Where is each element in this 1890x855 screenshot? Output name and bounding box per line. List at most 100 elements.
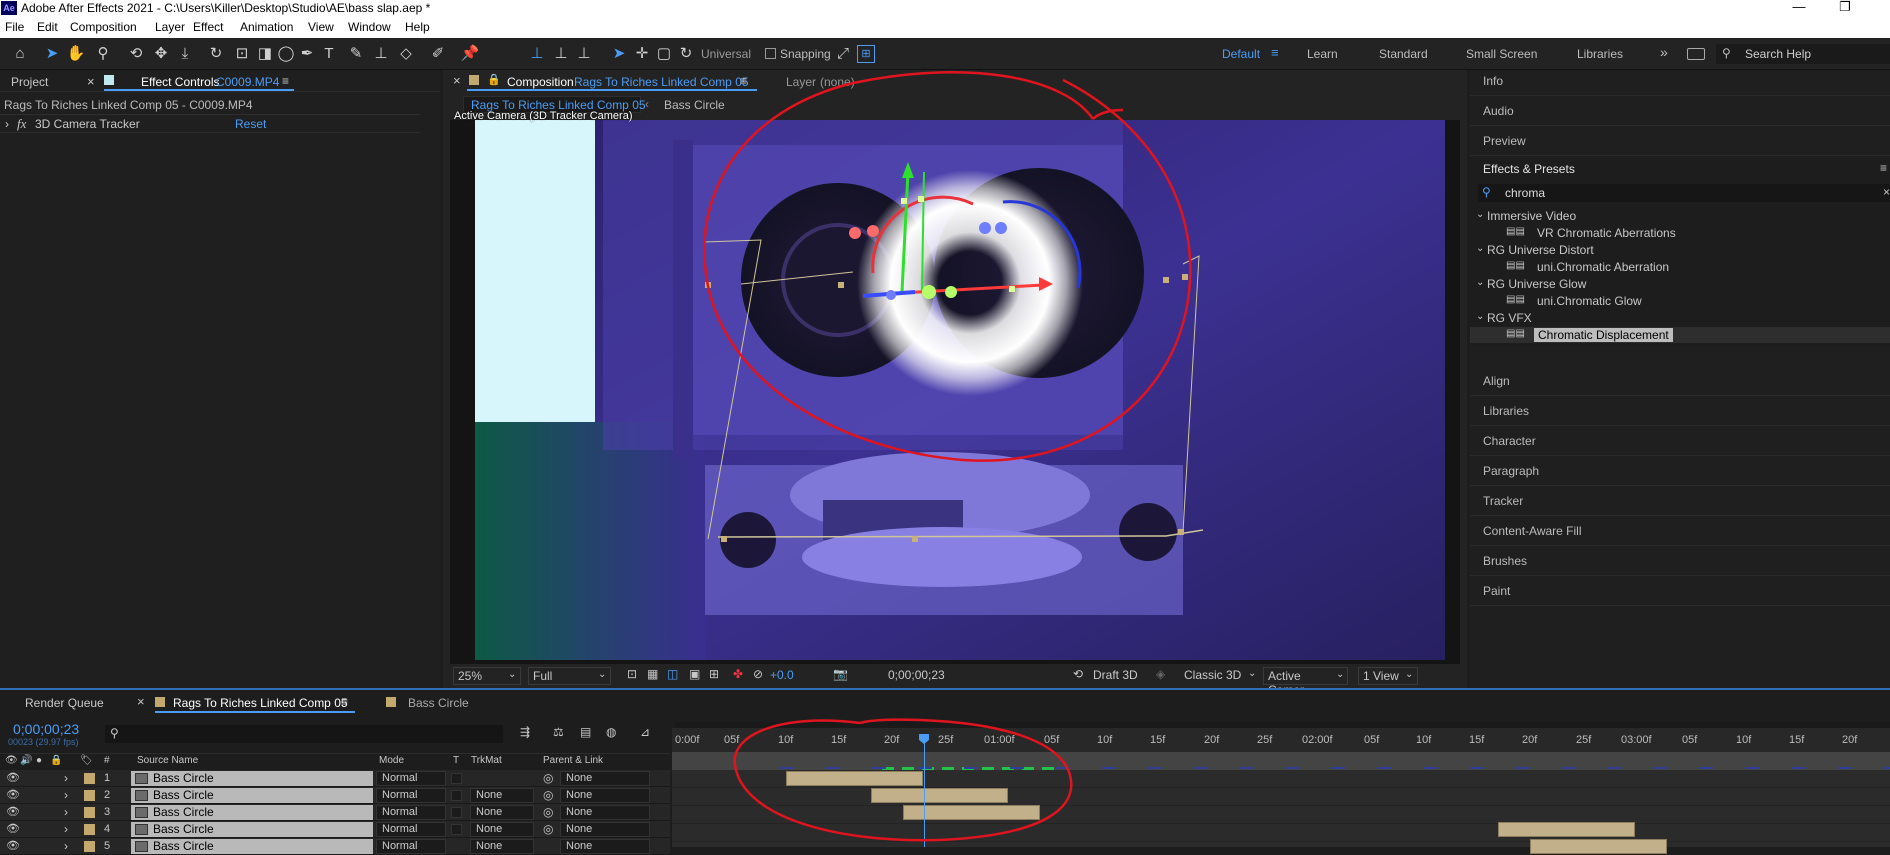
mode-dropdown[interactable]: Normal xyxy=(376,771,446,786)
region-of-interest-icon[interactable]: ⊡ xyxy=(627,667,637,681)
mask-tool-icon[interactable]: ◨ xyxy=(254,43,276,65)
menu-view[interactable]: View xyxy=(308,20,334,34)
pen-tool-icon[interactable]: ✒ xyxy=(296,43,318,65)
menu-file[interactable]: File xyxy=(5,20,24,34)
panel-brushes[interactable]: Brushes xyxy=(1470,546,1890,576)
layer-duration-bar[interactable] xyxy=(1498,822,1635,837)
panel-paint[interactable]: Paint xyxy=(1470,576,1890,606)
visibility-eye-icon[interactable]: 👁 xyxy=(6,788,20,801)
roto-brush-icon[interactable]: ✐ xyxy=(427,43,449,65)
home-icon[interactable]: ⌂ xyxy=(9,43,31,65)
panel-libraries[interactable]: Libraries xyxy=(1470,396,1890,426)
menu-layer[interactable]: Layer xyxy=(155,20,185,34)
brush-tool-icon[interactable]: ✎ xyxy=(345,43,367,65)
universal-scale-icon[interactable]: ▢ xyxy=(653,43,675,65)
fx-icon[interactable]: fx xyxy=(17,116,26,132)
trkmat-dropdown[interactable]: None xyxy=(470,788,534,803)
menu-window[interactable]: Window xyxy=(348,20,391,34)
parent-dropdown[interactable]: None xyxy=(560,822,650,837)
panel-character[interactable]: Character xyxy=(1470,426,1890,456)
pan-camera-icon[interactable]: ✥ xyxy=(150,43,172,65)
channels-icon[interactable]: ✤ xyxy=(733,667,743,681)
camera-dropdown[interactable]: Active Camer... ⌄ xyxy=(1263,667,1348,697)
effects-group-rg-distort[interactable]: RG Universe Distort xyxy=(1487,243,1594,257)
workspace-learn[interactable]: Learn xyxy=(1307,47,1338,61)
panel-content-aware-fill[interactable]: Content-Aware Fill xyxy=(1470,516,1890,546)
pick-whip-icon[interactable]: ◎ xyxy=(543,788,553,802)
effect-item-vr-chromatic[interactable]: VR Chromatic Aberrations xyxy=(1537,226,1676,240)
visibility-eye-icon[interactable]: 👁 xyxy=(6,822,20,835)
layer-row[interactable]: 👁 › 1 Bass Circle Normal ◎ None xyxy=(0,770,670,787)
keyboard-icon[interactable] xyxy=(1687,48,1705,60)
panel-paragraph[interactable]: Paragraph xyxy=(1470,456,1890,486)
tab-comp[interactable]: Rags To Riches Linked Comp 05 xyxy=(173,696,348,710)
menu-composition[interactable]: Composition xyxy=(70,20,137,34)
menu-edit[interactable]: Edit xyxy=(37,20,58,34)
panel-info[interactable]: Info xyxy=(1470,66,1890,96)
graph-editor-icon[interactable]: ⊿ xyxy=(640,725,650,739)
views-dropdown[interactable]: 1 View ⌄ xyxy=(1358,667,1418,685)
time-ruler[interactable] xyxy=(672,728,1890,745)
universal-select-icon[interactable]: ➤ xyxy=(608,43,630,65)
panel-align[interactable]: Align xyxy=(1470,366,1890,396)
mode-dropdown[interactable]: Normal xyxy=(376,788,446,803)
panel-tracker[interactable]: Tracker xyxy=(1470,486,1890,516)
snap-options-icon[interactable]: ⤢ xyxy=(832,43,854,65)
layer-label-swatch[interactable] xyxy=(84,773,95,784)
pick-whip-icon[interactable]: ◎ xyxy=(543,771,553,785)
selection-tool-icon[interactable]: ➤ xyxy=(41,43,63,65)
chevron-down-icon[interactable]: ⌄ xyxy=(1476,209,1484,220)
mask-visibility-icon[interactable]: ◫ xyxy=(667,667,678,681)
universal-move-icon[interactable]: ✛ xyxy=(631,43,653,65)
grid-guides-icon[interactable]: ▣ xyxy=(689,667,700,681)
chevron-down-icon[interactable]: ⌄ xyxy=(1476,277,1484,288)
tab-render-queue[interactable]: Render Queue xyxy=(25,696,104,710)
menu-help[interactable]: Help xyxy=(405,20,430,34)
preserve-transparency-toggle[interactable] xyxy=(451,773,462,784)
layer-name[interactable]: Bass Circle xyxy=(131,805,373,820)
draft-3d-icon[interactable]: ⟲ xyxy=(1073,667,1083,681)
workspace-menu-icon[interactable]: ≡ xyxy=(1271,45,1279,60)
composition-mini-flowchart-icon[interactable]: ⇶ xyxy=(520,725,530,739)
pick-whip-icon[interactable]: ◎ xyxy=(543,805,553,819)
workspace-standard[interactable]: Standard xyxy=(1379,47,1428,61)
zoom-tool-icon[interactable]: ⚲ xyxy=(92,43,114,65)
draft-3d-toggle-icon[interactable]: ⚖ xyxy=(553,725,564,739)
layer-row[interactable]: 👁 › 2 Bass Circle Normal None ◎ None xyxy=(0,787,670,804)
tab-effect-controls[interactable]: Effect Controls xyxy=(141,75,219,89)
snapping-checkbox[interactable] xyxy=(765,48,776,59)
exposure-reset-icon[interactable]: ⊘ xyxy=(753,667,763,681)
visibility-eye-icon[interactable]: 👁 xyxy=(6,805,20,818)
visibility-eye-icon[interactable]: 👁 xyxy=(6,771,20,784)
effects-group-rg-vfx[interactable]: RG VFX xyxy=(1487,311,1532,325)
zoom-dropdown[interactable]: 25% ⌄ xyxy=(453,667,521,685)
ellipse-tool-icon[interactable]: ◯ xyxy=(275,43,297,65)
viewer-timecode[interactable]: 0;00;00;23 xyxy=(888,668,945,682)
col-source-name[interactable]: Source Name xyxy=(137,755,198,766)
tab-bass-circle[interactable]: Bass Circle xyxy=(408,696,469,710)
universal-rotate-icon[interactable]: ↻ xyxy=(675,43,697,65)
world-axis-icon[interactable]: ⊥ xyxy=(550,43,572,65)
rotation-tool-icon[interactable]: ↻ xyxy=(205,43,227,65)
layer-name[interactable]: Bass Circle xyxy=(131,771,373,786)
parent-dropdown[interactable]: None xyxy=(560,805,650,820)
chevron-down-icon[interactable]: ⌄ xyxy=(1476,311,1484,322)
panel-preview[interactable]: Preview xyxy=(1470,126,1890,156)
effect-item-uni-chromatic-glow[interactable]: uni.Chromatic Glow xyxy=(1537,294,1642,308)
visibility-eye-icon[interactable]: 👁 xyxy=(6,839,20,852)
transparency-grid-icon[interactable]: ▦ xyxy=(647,667,658,681)
expand-chevron-icon[interactable]: › xyxy=(64,839,68,853)
close-icon[interactable]: × xyxy=(87,74,95,89)
effects-group-immersive[interactable]: Immersive Video xyxy=(1487,209,1576,223)
mode-dropdown[interactable]: Normal xyxy=(376,822,446,837)
puppet-pin-icon[interactable]: 📌 xyxy=(459,43,481,65)
restore-icon[interactable]: ❐ xyxy=(1822,0,1868,16)
preserve-transparency-toggle[interactable] xyxy=(451,790,462,801)
preserve-transparency-toggle[interactable] xyxy=(451,807,462,818)
effect-controls-file[interactable]: C0009.MP4 xyxy=(216,75,279,89)
timeline-timecode[interactable]: 0;00;00;23 xyxy=(13,721,79,737)
orbit-camera-icon[interactable]: ⟲ xyxy=(125,43,147,65)
exposure-value[interactable]: +0.0 xyxy=(770,668,794,682)
chevron-down-icon[interactable]: ⌄ xyxy=(1476,243,1484,254)
layer-label-swatch[interactable] xyxy=(84,790,95,801)
